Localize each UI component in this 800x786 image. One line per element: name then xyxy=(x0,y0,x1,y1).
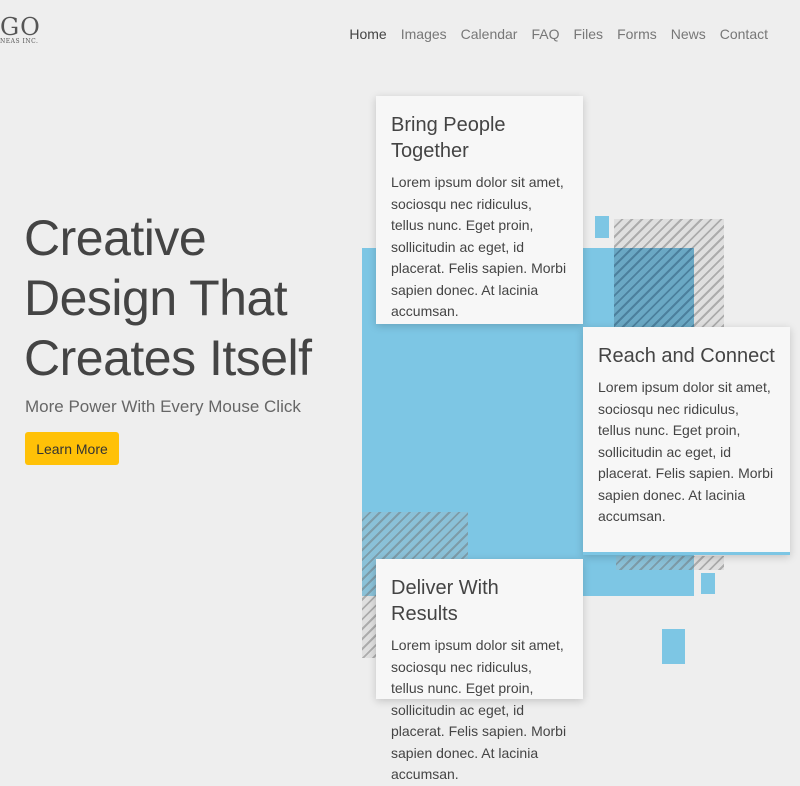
card-title: Bring People Together xyxy=(391,114,506,162)
nav-item-home[interactable]: Home xyxy=(349,26,386,42)
card-text: Lorem ipsum dolor sit amet, sociosqu nec… xyxy=(391,637,567,782)
decorative-hatch-pattern xyxy=(616,556,724,570)
logo-mark: GO xyxy=(0,13,41,41)
nav-item-faq[interactable]: FAQ xyxy=(531,26,559,42)
feature-card: Deliver With Results Lorem ipsum dolor s… xyxy=(376,559,583,782)
hero-title: Creative Design That Creates Itself xyxy=(24,210,312,386)
learn-more-button[interactable]: Learn More xyxy=(25,432,119,465)
feature-card: Bring People Together Lorem ipsum dolor … xyxy=(376,96,583,324)
nav-item-contact[interactable]: Contact xyxy=(720,26,768,42)
logo[interactable]: GO NEAS INC. xyxy=(0,14,41,45)
decorative-blue-square xyxy=(595,216,609,238)
card-text: Lorem ipsum dolor sit amet, sociosqu nec… xyxy=(391,174,567,319)
card-title: Deliver With Results xyxy=(391,577,499,625)
hero-subtitle: More Power With Every Mouse Click xyxy=(25,397,301,416)
decorative-blue-square xyxy=(662,629,685,664)
card-text: Lorem ipsum dolor sit amet, sociosqu nec… xyxy=(598,379,774,524)
main-nav: Home Images Calendar FAQ Files Forms New… xyxy=(349,26,768,42)
nav-item-forms[interactable]: Forms xyxy=(617,26,657,42)
card-title: Reach and Connect xyxy=(598,345,775,367)
nav-item-files[interactable]: Files xyxy=(574,26,604,42)
logo-tagline: NEAS INC. xyxy=(0,38,39,45)
decorative-blue-square xyxy=(701,573,715,594)
decorative-hatch-overlap xyxy=(614,248,694,329)
feature-card: Reach and Connect Lorem ipsum dolor sit … xyxy=(583,327,790,555)
nav-item-calendar[interactable]: Calendar xyxy=(461,26,518,42)
nav-item-images[interactable]: Images xyxy=(401,26,447,42)
nav-item-news[interactable]: News xyxy=(671,26,706,42)
